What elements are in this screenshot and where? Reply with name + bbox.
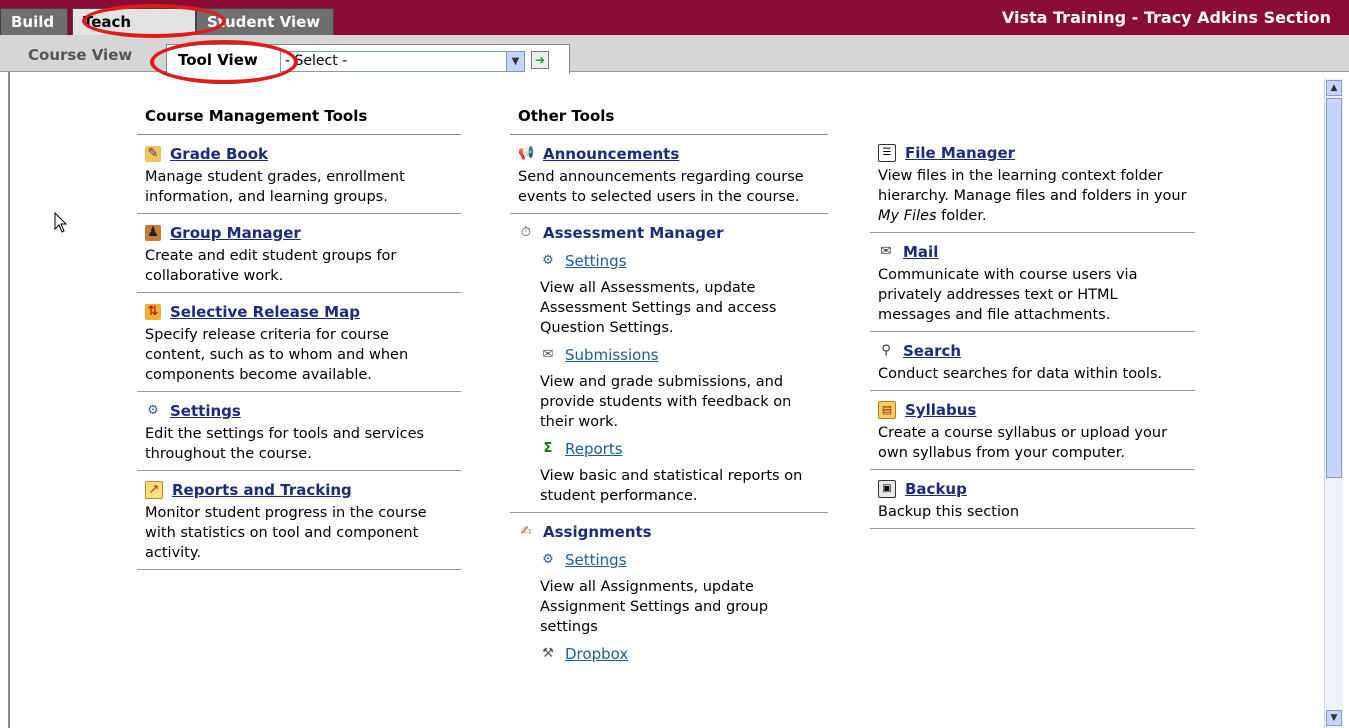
sub-item: Σ Reports View basic and statistical repo…	[540, 438, 820, 506]
tool-item: ⚙ Settings Edit the settings for tools an…	[137, 392, 461, 471]
dropbox-icon: ⚒	[542, 646, 554, 661]
announcements-link[interactable]: Announcements	[543, 145, 679, 163]
tool-item: ☰ File Manager View files in the learning…	[870, 134, 1195, 233]
mail-link[interactable]: Mail	[903, 243, 938, 261]
settings-link[interactable]: Settings	[170, 402, 241, 420]
sub-item: ⚙ Settings View all Assignments, update A…	[540, 549, 820, 637]
tool-description: Create and edit student groups for colla…	[145, 248, 397, 284]
scroll-up-icon[interactable]: ▲	[1326, 80, 1342, 96]
chevron-down-icon[interactable]: ▼	[506, 52, 524, 71]
sub-item: ⚙ Settings View all Assessments, update A…	[540, 250, 820, 338]
highlight-circle-teach	[82, 4, 226, 38]
assignment-settings-link[interactable]: Settings	[565, 551, 627, 569]
sub-item: ⚒ Dropbox	[540, 643, 820, 665]
settings-icon: ⚙	[147, 403, 159, 418]
tool-item: ⚲ Search Conduct searches for data within…	[870, 332, 1195, 391]
sub-description: View all Assessments, update Assessment …	[540, 280, 777, 336]
third-tools-column: ☰ File Manager View files in the learning…	[870, 106, 1195, 529]
syllabus-icon: ▤	[878, 401, 896, 419]
vertical-scrollbar[interactable]: ▲ ▼	[1324, 78, 1343, 728]
search-link[interactable]: Search	[903, 342, 961, 360]
assessment-manager-icon: ⏱	[520, 225, 532, 240]
backup-disk-icon: ▣	[878, 480, 896, 498]
tool-description: Edit the settings for tools and services…	[145, 426, 425, 462]
settings-icon: ⚙	[542, 552, 554, 567]
tool-item: ⏱ Assessment Manager ⚙ Settings View all A…	[510, 214, 828, 513]
sub-description: View and grade submissions, and provide …	[540, 374, 792, 430]
submissions-link[interactable]: Submissions	[565, 346, 659, 364]
tool-description: Backup this section	[878, 504, 1020, 520]
grade-book-link[interactable]: Grade Book	[170, 145, 268, 163]
tab-course-view[interactable]: Course View	[28, 46, 132, 64]
sigma-reports-icon: Σ	[543, 441, 553, 456]
file-manager-link[interactable]: File Manager	[905, 144, 1015, 162]
course-management-column: Course Management Tools ✎ Grade Book Mana…	[137, 106, 461, 570]
tool-description: Send announcements regarding course even…	[518, 169, 804, 205]
tool-item: ↗ Reports and Tracking Monitor student pr…	[137, 471, 461, 570]
syllabus-link[interactable]: Syllabus	[905, 401, 976, 419]
course-management-heading: Course Management Tools	[137, 106, 461, 135]
tool-item: ▣ Backup Backup this section	[870, 470, 1195, 529]
assessment-manager-title: Assessment Manager	[543, 224, 724, 242]
megaphone-icon: 📢	[518, 146, 535, 161]
sub-description: View all Assignments, update Assignment …	[540, 579, 769, 635]
tool-description: View files in the learning context folde…	[878, 168, 1187, 224]
tool-item: ⇅ Selective Release Map Specify release c…	[137, 293, 461, 392]
other-tools-heading: Other Tools	[510, 106, 828, 135]
other-tools-column: Other Tools 📢 Announcements Send announce…	[510, 106, 828, 671]
reports-and-tracking-link[interactable]: Reports and Tracking	[172, 481, 352, 499]
tool-select[interactable]: - Select - ▼	[280, 51, 525, 72]
reports-tracking-icon: ↗	[145, 481, 163, 499]
submissions-icon: ✉	[542, 347, 554, 362]
sub-item: ✉ Submissions View and grade submissions,…	[540, 344, 820, 432]
group-manager-link[interactable]: Group Manager	[170, 224, 301, 242]
search-icon: ⚲	[881, 343, 891, 358]
selective-release-icon: ⇅	[145, 304, 161, 320]
tab-build[interactable]: Build	[0, 8, 68, 35]
tool-item: ✉ Mail Communicate with course users via …	[870, 233, 1195, 332]
tool-item: ▤ Syllabus Create a course syllabus or up…	[870, 391, 1195, 470]
sub-description: View basic and statistical reports on st…	[540, 468, 803, 504]
tool-description: Communicate with course users via privat…	[878, 267, 1138, 323]
reports-link[interactable]: Reports	[565, 440, 623, 458]
tool-item: ♟ Group Manager Create and edit student g…	[137, 214, 461, 293]
mouse-cursor-icon	[54, 212, 68, 233]
dropbox-link[interactable]: Dropbox	[565, 645, 628, 663]
tool-description: Manage student grades, enrollment inform…	[145, 169, 405, 205]
tool-description: Monitor student progress in the course w…	[145, 505, 427, 561]
group-manager-icon: ♟	[145, 225, 161, 241]
assessment-settings-link[interactable]: Settings	[565, 252, 627, 270]
tool-description: Conduct searches for data within tools.	[878, 366, 1163, 382]
backup-link[interactable]: Backup	[905, 480, 967, 498]
tool-item: ✎ Grade Book Manage student grades, enrol…	[137, 135, 461, 214]
scroll-thumb[interactable]	[1326, 98, 1342, 478]
file-manager-icon: ☰	[878, 144, 896, 162]
tool-description: Specify release criteria for course cont…	[145, 327, 409, 383]
settings-icon: ⚙	[542, 253, 554, 268]
grade-book-icon: ✎	[145, 146, 161, 162]
scroll-down-icon[interactable]: ▼	[1326, 710, 1342, 726]
go-arrow-icon[interactable]: ➔	[531, 51, 549, 69]
mail-icon: ✉	[880, 244, 892, 259]
tool-description: Create a course syllabus or upload your …	[878, 425, 1168, 461]
selective-release-map-link[interactable]: Selective Release Map	[170, 303, 360, 321]
assignments-title: Assignments	[543, 523, 652, 541]
section-title: Vista Training - Tracy Adkins Section	[1001, 8, 1331, 27]
tool-item: ✍ Assignments ⚙ Settings View all Assignme…	[510, 513, 828, 671]
assignments-icon: ✍	[520, 524, 532, 539]
tool-item: 📢 Announcements Send announcements regard…	[510, 135, 828, 214]
